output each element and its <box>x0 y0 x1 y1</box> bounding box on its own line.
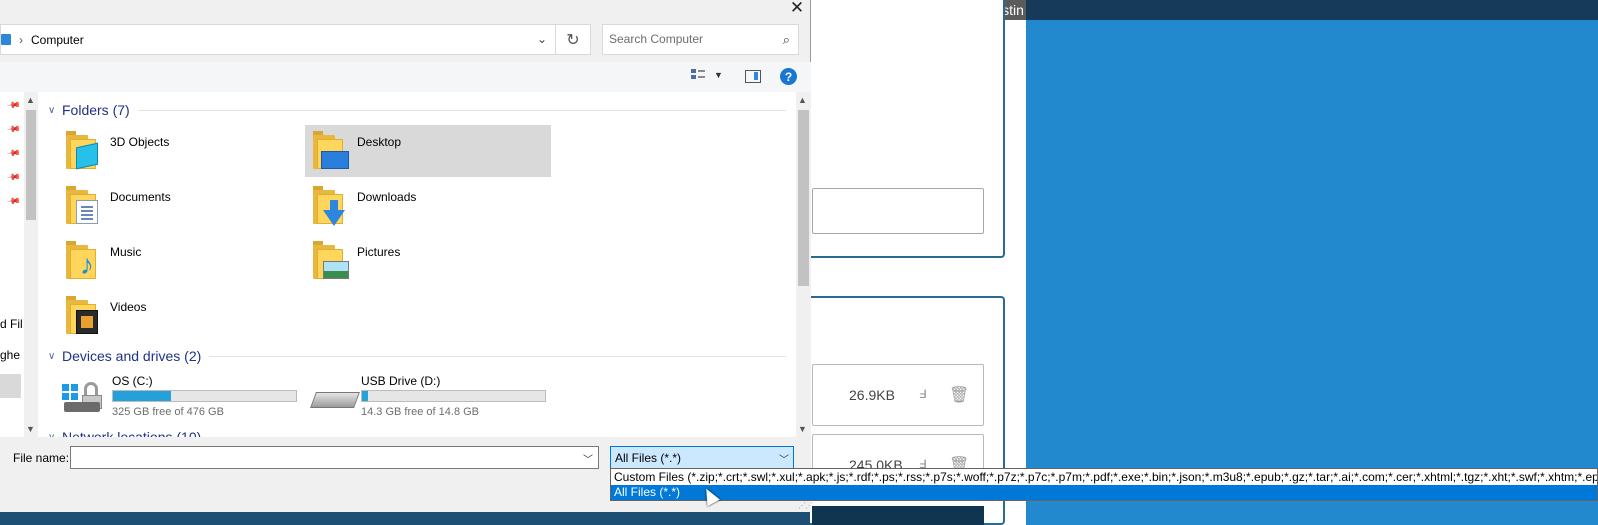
file-type-option-all[interactable]: All Files (*.*) <box>611 485 1597 500</box>
folder-item-3d-objects[interactable]: 3D Objects <box>58 125 304 177</box>
preview-pane-icon[interactable] <box>745 70 761 83</box>
navigation-pane: 📌 📌 📌 📌 📌 d Fil ghe <box>0 92 24 437</box>
usb-drive-icon <box>313 386 355 412</box>
file-name-combobox[interactable]: ﹀ <box>70 446 599 469</box>
nav-item-selected[interactable] <box>0 374 21 398</box>
documents-folder-icon <box>66 186 102 224</box>
file-size: 26.9KB <box>849 387 895 403</box>
drive-free-space: 14.3 GB free of 14.8 GB <box>361 406 480 418</box>
folder-item-downloads[interactable]: Downloads <box>305 180 551 232</box>
chevron-down-icon[interactable]: ﹀ <box>583 451 593 466</box>
chevron-down-icon[interactable]: ⌄ <box>537 32 547 46</box>
file-type-select[interactable]: All Files (*.*) ﹀ <box>610 446 794 469</box>
pin-icon[interactable]: 📌 <box>6 98 21 114</box>
file-type-option-custom[interactable]: Custom Files (*.zip;*.crt;*.swl;*.xul;*.… <box>611 470 1597 485</box>
close-icon[interactable]: ✕ <box>783 0 811 17</box>
folder-item-music[interactable]: ♪ Music <box>58 235 304 287</box>
chevron-down-icon[interactable]: ﹀ <box>779 451 789 466</box>
pin-icon[interactable]: 📌 <box>6 122 21 138</box>
videos-folder-icon <box>66 296 102 334</box>
group-header-devices[interactable]: ∨ Devices and drives (2) <box>48 348 786 364</box>
app-top-bar-dark <box>1026 0 1598 20</box>
system-drive-icon <box>62 380 102 414</box>
folder-label: Videos <box>110 300 147 314</box>
drive-name: USB Drive (D:) <box>361 374 441 388</box>
folder-label: Desktop <box>357 135 402 149</box>
folder-item-pictures[interactable]: Pictures <box>305 235 551 287</box>
music-folder-icon: ♪ <box>66 241 102 279</box>
folder-label: 3D Objects <box>110 135 170 149</box>
scroll-down-icon[interactable]: ▼ <box>798 424 807 434</box>
desktop-folder-icon <box>313 131 349 169</box>
scroll-down-icon[interactable]: ▼ <box>26 424 35 434</box>
breadcrumb-separator-icon[interactable]: › <box>19 33 23 47</box>
divider <box>137 109 786 111</box>
breadcrumb-computer[interactable]: Computer <box>31 33 84 47</box>
drive-name: OS (C:) <box>112 374 153 388</box>
command-bar: ▼ ? <box>0 62 811 92</box>
drive-item-os-c[interactable]: OS (C:) 325 GB free of 476 GB <box>38 370 297 418</box>
app-bottom-strip <box>0 510 810 525</box>
pin-icon[interactable]: 📌 <box>6 146 21 162</box>
divider <box>209 355 786 357</box>
app-blue-panel <box>1026 20 1598 525</box>
scroll-up-icon[interactable]: ▲ <box>26 95 35 105</box>
app-submit-button[interactable] <box>812 506 984 525</box>
trash-icon[interactable]: 🗑 <box>949 385 969 405</box>
3d-objects-folder-icon <box>66 131 102 170</box>
search-icon[interactable]: ⌕ <box>783 32 790 48</box>
content-scrollbar-thumb[interactable] <box>798 110 809 286</box>
file-type-dropdown-list: Custom Files (*.zip;*.crt;*.swl;*.xul;*.… <box>610 468 1598 501</box>
folder-item-documents[interactable]: Documents <box>58 180 304 232</box>
search-box[interactable]: ⌕ <box>602 24 799 55</box>
pin-icon[interactable]: 📌 <box>6 170 21 186</box>
group-title: Folders (7) <box>62 102 130 118</box>
pin-icon[interactable]: 📌 <box>6 194 21 210</box>
search-input[interactable] <box>609 32 769 46</box>
drive-usage-bar <box>112 390 297 402</box>
nav-item-partial[interactable]: ghe <box>0 348 20 362</box>
file-name-input[interactable] <box>75 450 575 464</box>
file-name-label: File name: <box>13 451 70 465</box>
folder-item-desktop[interactable]: Desktop <box>305 125 551 177</box>
downloads-folder-icon <box>313 186 349 226</box>
nav-scrollbar-thumb[interactable] <box>26 110 36 220</box>
address-row: › Computer ⌄ ↻ ⌕ <box>0 24 811 56</box>
drive-usage-bar <box>361 390 546 402</box>
content-scrollbar[interactable]: ▲ ▼ <box>796 92 811 437</box>
computer-icon <box>1 34 11 45</box>
rename-icon[interactable]: ⅎ <box>919 385 927 403</box>
resize-grip-icon[interactable]: ⋰⋰ <box>798 501 813 510</box>
group-header-folders[interactable]: ∨ Folders (7) <box>48 102 786 118</box>
pictures-folder-icon <box>313 241 349 279</box>
chevron-down-icon[interactable]: ∨ <box>48 351 62 362</box>
folder-label: Downloads <box>357 190 417 204</box>
file-type-selected: All Files (*.*) <box>615 450 682 465</box>
folder-label: Music <box>110 245 142 259</box>
refresh-button[interactable]: ↻ <box>556 24 591 55</box>
help-icon[interactable]: ? <box>780 68 797 85</box>
chevron-down-icon: ▼ <box>714 70 723 80</box>
app-text-field[interactable] <box>812 188 984 234</box>
address-bar[interactable]: › Computer ⌄ <box>0 24 556 55</box>
folder-label: Pictures <box>357 245 401 259</box>
scroll-up-icon[interactable]: ▲ <box>798 95 807 105</box>
change-view-button[interactable]: ▼ <box>690 68 723 82</box>
drive-item-usb-d[interactable]: USB Drive (D:) 14.3 GB free of 14.8 GB <box>287 370 546 418</box>
folder-item-videos[interactable]: Videos <box>58 290 304 342</box>
nav-item-partial[interactable]: d Fil <box>0 317 23 331</box>
uploaded-file-row: 26.9KB ⅎ 🗑 <box>812 364 984 426</box>
group-header-network[interactable]: ∨ Network locations (10) <box>48 429 786 437</box>
group-title: Network locations (10) <box>62 429 202 437</box>
folder-label: Documents <box>110 190 171 204</box>
drive-free-space: 325 GB free of 476 GB <box>112 406 224 418</box>
group-title: Devices and drives (2) <box>62 348 202 364</box>
view-details-icon <box>690 68 706 82</box>
nav-scrollbar[interactable]: ▲ ▼ <box>24 92 38 437</box>
file-list-view: ∨ Folders (7) 3D Objects Desktop Documen… <box>38 92 796 437</box>
file-open-dialog: ✕ › Computer ⌄ ↻ ⌕ ▼ ? 📌 📌 📌 📌 📌 d Fil g… <box>0 0 813 512</box>
chevron-down-icon[interactable]: ∨ <box>48 105 62 116</box>
